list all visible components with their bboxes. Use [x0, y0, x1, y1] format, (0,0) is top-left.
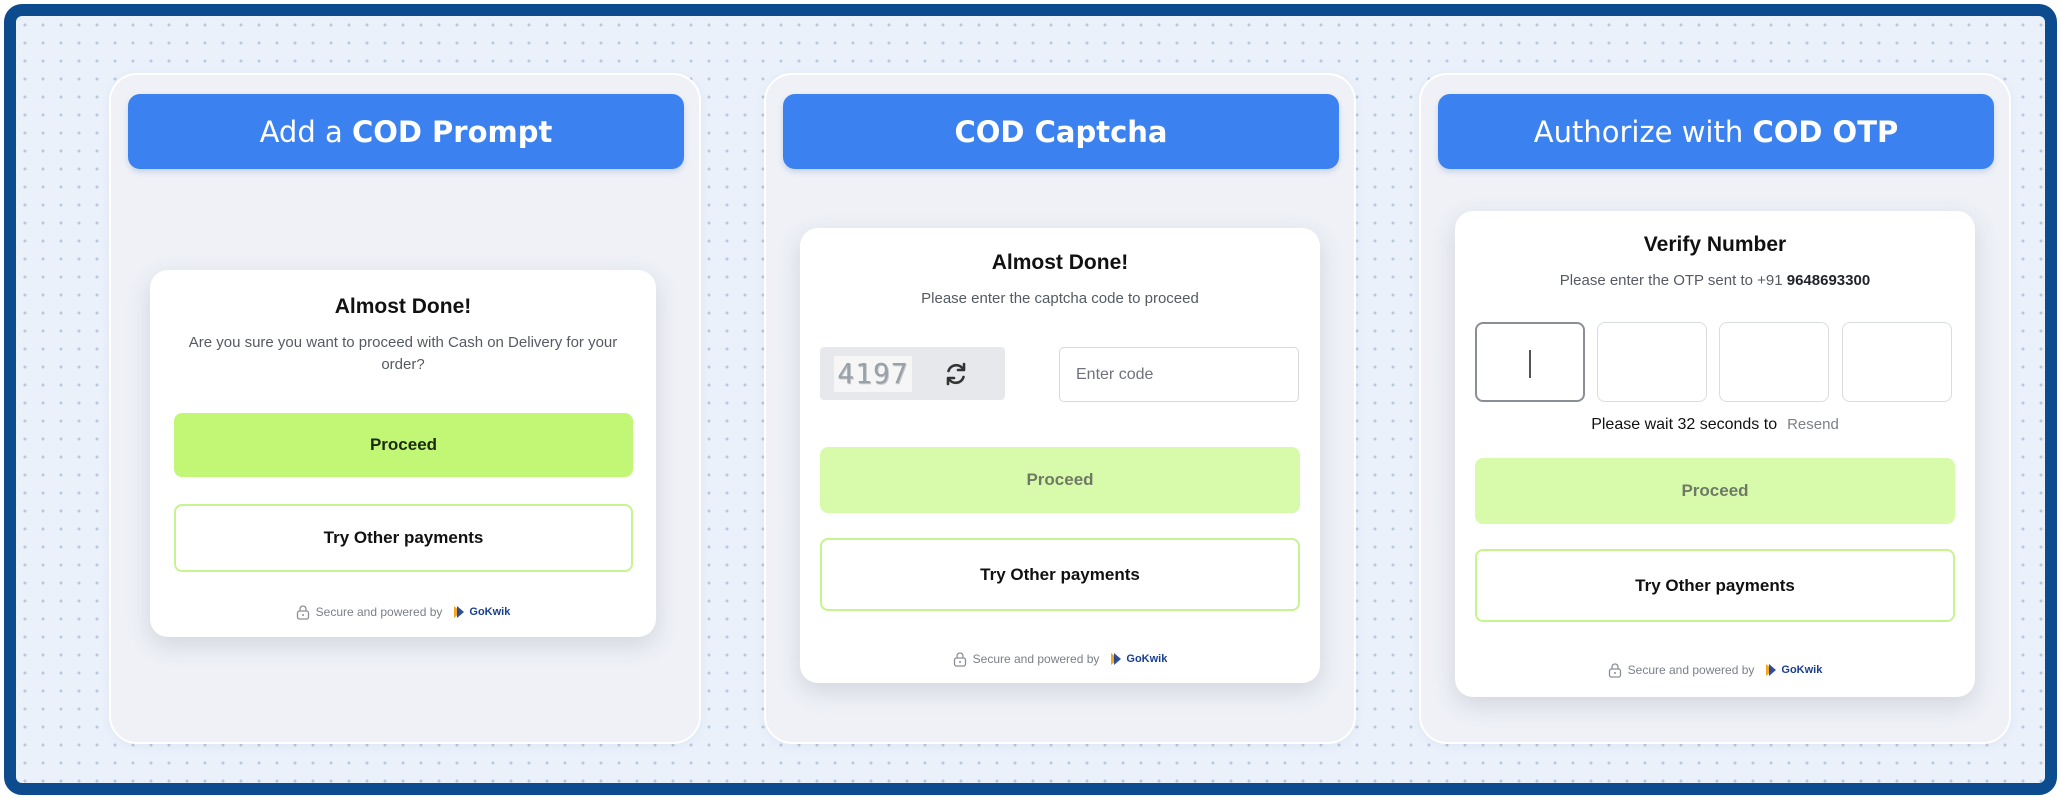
resend-timer-text: Please wait 32 seconds to: [1591, 416, 1778, 433]
otp-digit-input-4[interactable]: [1842, 322, 1952, 402]
panel-title: Add a COD Prompt: [128, 94, 684, 169]
resend-link[interactable]: Resend: [1787, 416, 1839, 433]
proceed-button[interactable]: Proceed: [820, 447, 1300, 513]
try-other-payments-button[interactable]: Try Other payments: [820, 538, 1300, 611]
lock-icon: [1608, 663, 1621, 678]
text-caret: [1529, 350, 1531, 378]
gokwik-logo-icon: [1766, 664, 1777, 676]
secure-footer: Secure and powered by GoKwik: [1455, 662, 1975, 678]
lock-icon: [953, 652, 966, 667]
panel-cod-prompt: Add a COD Prompt Almost Done! Are you su…: [109, 73, 701, 744]
proceed-button[interactable]: Proceed: [174, 413, 633, 477]
captcha-code: 4197: [834, 355, 912, 392]
dialog-title: Almost Done!: [991, 251, 1129, 274]
dialog-subtitle: Please enter the OTP sent to +91 9648693…: [1559, 272, 1871, 289]
panel-cod-captcha: COD Captcha Almost Done! Please enter th…: [764, 73, 1356, 744]
secure-footer: Secure and powered by GoKwik: [150, 604, 656, 620]
try-other-payments-button[interactable]: Try Other payments: [1475, 549, 1955, 622]
cod-otp-dialog: Verify Number Please enter the OTP sent …: [1455, 211, 1975, 697]
cod-captcha-dialog: Almost Done! Please enter the captcha co…: [800, 228, 1320, 683]
gokwik-logo: GoKwik: [1109, 652, 1167, 666]
panel-title: Authorize with COD OTP: [1438, 94, 1994, 169]
panel-cod-otp: Authorize with COD OTP Verify Number Ple…: [1419, 73, 2011, 744]
gokwik-logo-icon: [1111, 653, 1122, 665]
dialog-subtitle: Please enter the captcha code to proceed: [921, 290, 1199, 307]
dialog-title: Verify Number: [1643, 233, 1787, 256]
resend-timer-row: Please wait 32 seconds to Resend: [1455, 416, 1975, 434]
dialog-subtitle: Are you sure you want to proceed with Ca…: [188, 334, 618, 373]
captcha-code-input[interactable]: [1059, 347, 1299, 402]
gokwik-logo-icon: [454, 606, 465, 618]
footer-text: Secure and powered by: [972, 652, 1100, 666]
refresh-icon[interactable]: [942, 360, 970, 388]
panel-title: COD Captcha: [783, 94, 1339, 169]
footer-text: Secure and powered by: [1627, 663, 1755, 677]
footer-text: Secure and powered by: [315, 605, 443, 619]
captcha-box: 4197: [820, 347, 1005, 400]
gokwik-logo: GoKwik: [452, 605, 510, 619]
gokwik-logo: GoKwik: [1764, 663, 1822, 677]
otp-digit-input-2[interactable]: [1597, 322, 1707, 402]
showcase-frame: Add a COD Prompt Almost Done! Are you su…: [4, 4, 2057, 795]
try-other-payments-button[interactable]: Try Other payments: [174, 504, 633, 572]
otp-digit-input-3[interactable]: [1719, 322, 1829, 402]
otp-digit-input-1[interactable]: [1475, 322, 1585, 402]
phone-number: 9648693300: [1786, 272, 1871, 289]
proceed-button[interactable]: Proceed: [1475, 458, 1955, 524]
secure-footer: Secure and powered by GoKwik: [800, 651, 1320, 667]
lock-icon: [296, 605, 309, 620]
cod-prompt-dialog: Almost Done! Are you sure you want to pr…: [150, 270, 656, 637]
dialog-title: Almost Done!: [334, 295, 472, 318]
